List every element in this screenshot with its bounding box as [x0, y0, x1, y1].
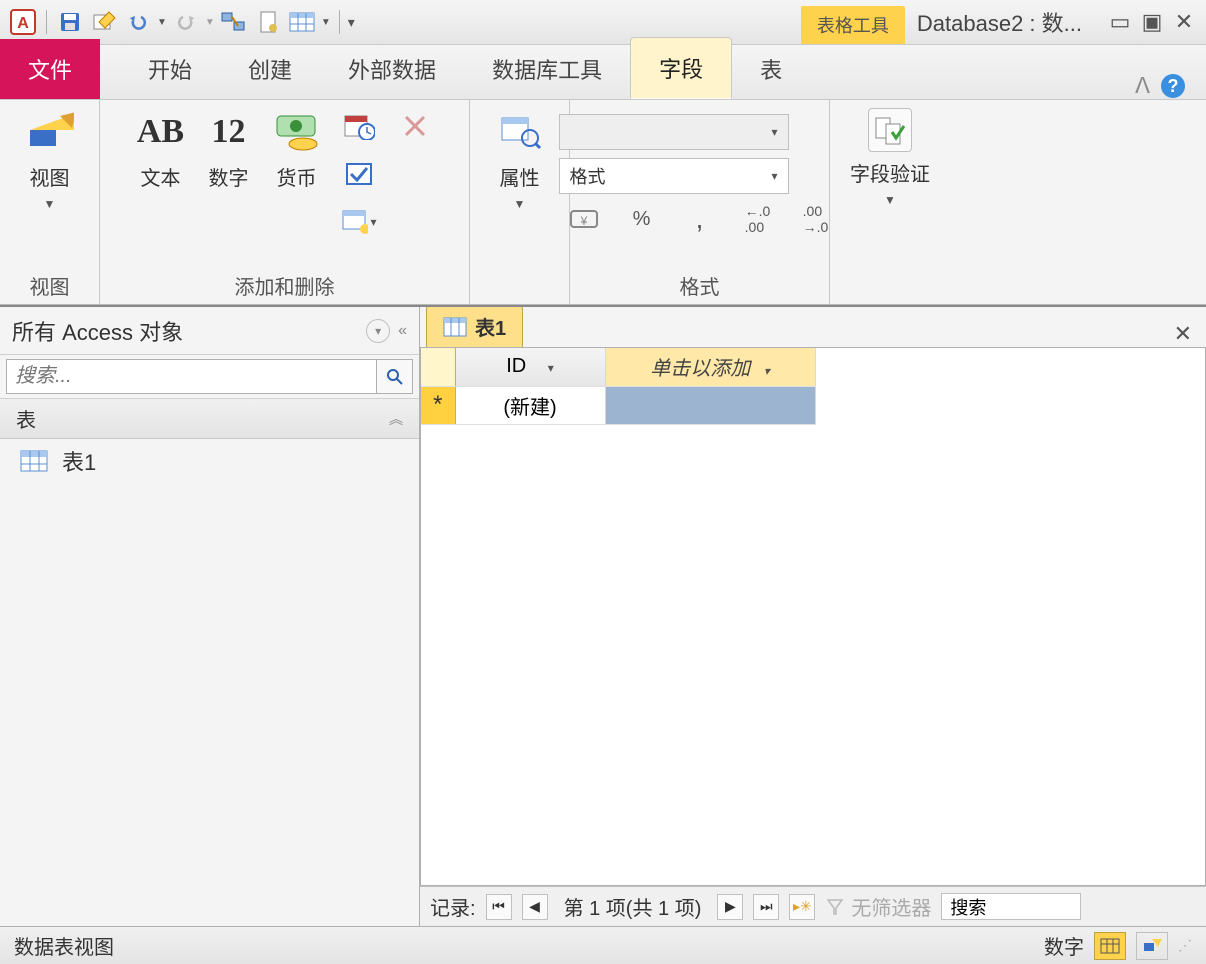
- table-tab-icon: [443, 317, 467, 337]
- datasheet-view-icon[interactable]: [1094, 932, 1126, 960]
- status-bar: 数据表视图 数字 ⋰: [0, 926, 1206, 964]
- tab-create[interactable]: 创建: [220, 39, 320, 99]
- navigation-pane: 所有 Access 对象 ▾ « 表 ︽ 表1: [0, 307, 420, 926]
- cell-new-id[interactable]: (新建): [455, 386, 605, 424]
- currency-field-button[interactable]: 货币: [273, 108, 321, 191]
- select-all-cell[interactable]: [421, 348, 455, 386]
- cell-new-add[interactable]: [605, 386, 815, 424]
- close-icon[interactable]: ✕: [1170, 10, 1198, 34]
- table-object-icon: [20, 450, 48, 472]
- status-mode: 数字: [1044, 931, 1084, 960]
- doc-tab-table1[interactable]: 表1: [426, 305, 523, 347]
- column-dropdown-icon[interactable]: ▾: [548, 361, 554, 375]
- document-tabs: 表1 ✕: [420, 307, 1206, 347]
- help-icon[interactable]: ?: [1160, 73, 1186, 99]
- tab-fields[interactable]: 字段: [630, 37, 732, 99]
- filter-icon: [825, 897, 845, 917]
- column-header-add[interactable]: 单击以添加 ▾: [605, 348, 815, 386]
- nav-item-table1[interactable]: 表1: [0, 439, 419, 483]
- currency-format-icon[interactable]: ¥: [559, 202, 609, 236]
- nav-header[interactable]: 所有 Access 对象 ▾ «: [0, 307, 419, 355]
- tab-external-data[interactable]: 外部数据: [320, 39, 464, 99]
- delete-field-button[interactable]: [397, 108, 433, 144]
- format-combo[interactable]: 格式▾: [559, 158, 789, 194]
- table-dropdown-icon[interactable]: ▼: [321, 17, 331, 28]
- view-dropdown-icon: ▼: [44, 197, 56, 211]
- view-button[interactable]: 视图 ▼: [26, 108, 74, 211]
- record-label: 记录:: [430, 892, 476, 921]
- tab-db-tools[interactable]: 数据库工具: [464, 39, 630, 99]
- text-field-button[interactable]: AB 文本: [137, 108, 185, 191]
- no-filter-indicator: 无筛选器: [825, 892, 931, 921]
- context-tool-tab: 表格工具: [801, 6, 905, 44]
- last-record-icon[interactable]: ⏭: [753, 894, 779, 920]
- increase-decimals-icon[interactable]: ←.0.00: [733, 202, 783, 236]
- main-area: 所有 Access 对象 ▾ « 表 ︽ 表1: [0, 305, 1206, 926]
- collapse-ribbon-icon[interactable]: ᐱ: [1135, 73, 1150, 99]
- save-icon[interactable]: [55, 7, 85, 37]
- qat-customize-icon[interactable]: ▾: [348, 14, 355, 31]
- nav-group-tables[interactable]: 表 ︽: [0, 399, 419, 439]
- datatype-combo[interactable]: ▾: [559, 114, 789, 150]
- redo-dropdown-icon[interactable]: ▼: [205, 17, 215, 28]
- relationships-icon[interactable]: [219, 7, 249, 37]
- undo-icon[interactable]: [123, 7, 153, 37]
- doc-close-icon[interactable]: ✕: [1174, 321, 1192, 347]
- nav-search-input[interactable]: [6, 359, 377, 394]
- design-view-icon[interactable]: [1136, 932, 1168, 960]
- sql-icon[interactable]: [253, 7, 283, 37]
- percent-format-icon[interactable]: %: [617, 202, 667, 236]
- ribbon-body: 视图 ▼ 视图 AB 文本 12 数字 货币: [0, 100, 1206, 305]
- view-group-label: 视图: [30, 265, 70, 300]
- next-record-icon[interactable]: ▶: [717, 894, 743, 920]
- search-icon[interactable]: [377, 359, 413, 394]
- nav-filter-dropdown-icon[interactable]: ▾: [366, 319, 390, 343]
- ribbon-tabs: 文件 开始 创建 外部数据 数据库工具 字段 表 ᐱ ?: [0, 45, 1206, 100]
- record-position: 第 1 项(共 1 项): [558, 890, 708, 923]
- nav-search: [0, 355, 419, 399]
- svg-text:¥: ¥: [579, 214, 587, 228]
- record-navigator: 记录: ⏮ ◀ 第 1 项(共 1 项) ▶ ⏭ ▸✳ 无筛选器: [420, 886, 1206, 926]
- comma-format-icon[interactable]: ,: [675, 202, 725, 236]
- redo-icon[interactable]: [171, 7, 201, 37]
- svg-text:A: A: [17, 15, 29, 32]
- datasheet-grid[interactable]: ID ▾ 单击以添加 ▾ * (新建): [420, 347, 1206, 886]
- number-field-button[interactable]: 12 数字: [205, 108, 253, 191]
- datetime-field-button[interactable]: [341, 108, 377, 144]
- qat-separator: [46, 10, 47, 34]
- app-icon: A: [8, 7, 38, 37]
- datasheet-area: 表1 ✕ ID ▾ 单击以添加 ▾ *: [420, 307, 1206, 926]
- undo-dropdown-icon[interactable]: ▼: [157, 17, 167, 28]
- qat-separator-2: [339, 10, 340, 34]
- minimize-icon[interactable]: ▭: [1106, 10, 1134, 34]
- new-row-selector[interactable]: *: [421, 386, 455, 424]
- column-header-id[interactable]: ID ▾: [455, 348, 605, 386]
- window-title: Database2 : 数...: [917, 6, 1082, 38]
- resize-grip-icon[interactable]: ⋰: [1178, 937, 1192, 954]
- nav-group-collapse-icon[interactable]: ︽: [389, 409, 403, 429]
- status-view-label: 数据表视图: [14, 931, 114, 960]
- quick-edit-icon[interactable]: [89, 7, 119, 37]
- validation-dropdown-icon: ▼: [884, 193, 896, 207]
- add-delete-group-label: 添加和删除: [235, 265, 335, 300]
- tab-home[interactable]: 开始: [120, 39, 220, 99]
- validation-button[interactable]: 字段验证 ▼: [850, 108, 930, 207]
- yesno-field-button[interactable]: [341, 156, 377, 192]
- restore-icon[interactable]: ▣: [1138, 10, 1166, 34]
- tab-file[interactable]: 文件: [0, 39, 100, 99]
- format-group-label: 格式: [680, 265, 720, 300]
- table-icon[interactable]: [287, 7, 317, 37]
- more-fields-button[interactable]: ▾: [341, 204, 377, 240]
- tab-table[interactable]: 表: [732, 39, 810, 99]
- properties-button[interactable]: 属性 ▼: [496, 108, 544, 211]
- first-record-icon[interactable]: ⏮: [486, 894, 512, 920]
- properties-dropdown-icon: ▼: [514, 197, 526, 211]
- prev-record-icon[interactable]: ◀: [522, 894, 548, 920]
- add-column-dropdown-icon[interactable]: ▾: [764, 364, 770, 378]
- svg-text:?: ?: [1168, 76, 1179, 96]
- new-record-icon[interactable]: ▸✳: [789, 894, 815, 920]
- view-label: 视图: [30, 162, 70, 191]
- nav-collapse-icon[interactable]: «: [398, 322, 407, 340]
- record-search-input[interactable]: [941, 893, 1081, 920]
